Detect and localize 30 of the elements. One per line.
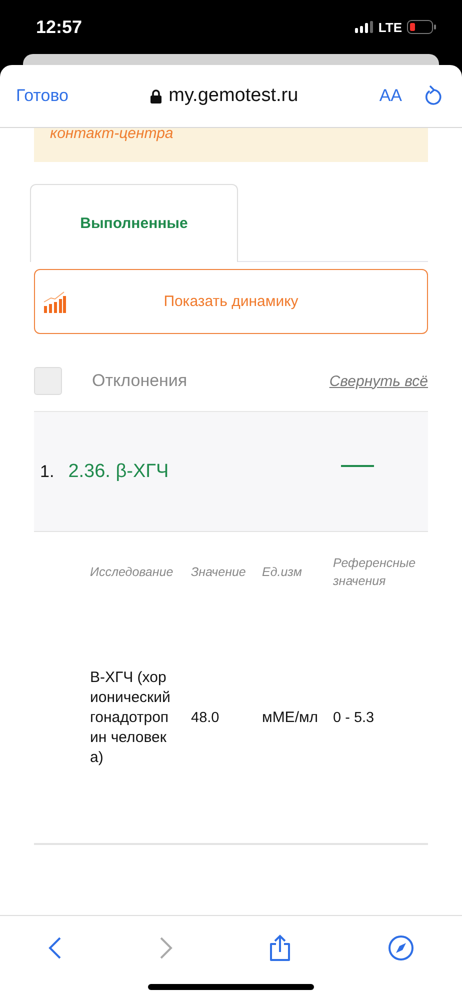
table-cell-text: 48.0: [191, 709, 220, 728]
signal-icon: [355, 21, 374, 33]
lock-icon: [150, 88, 162, 104]
column-header: Ед.изм: [262, 564, 303, 581]
section-number: 1.: [40, 462, 54, 482]
status-time: 12:57: [36, 16, 82, 38]
table-cell-text: В-ХГЧ (хорионический гонадотропин человека): [90, 668, 172, 768]
url-text[interactable]: my.gemotest.ru: [168, 85, 298, 107]
column-header: Значение: [191, 564, 247, 581]
compass-button[interactable]: [388, 935, 414, 961]
reload-icon[interactable]: [424, 85, 442, 107]
network-label: LTE: [378, 20, 402, 34]
checkbox[interactable]: [34, 367, 62, 395]
done-button[interactable]: Готово: [16, 86, 68, 106]
tab[interactable]: Выполненные: [30, 184, 238, 262]
share-button[interactable]: [269, 934, 292, 962]
column-header: Референсные значения: [333, 555, 417, 590]
show-dynamics-button[interactable]: Показать динамику: [34, 269, 428, 334]
section-header[interactable]: 1. 2.36. β-ХГЧ: [34, 412, 428, 532]
battery-icon: [407, 20, 436, 34]
deviations-label: Отклонения: [92, 371, 188, 391]
section-title: 2.36. β-ХГЧ: [68, 460, 170, 482]
text-size-button[interactable]: AA: [379, 86, 402, 106]
collapse-all-link[interactable]: Свернуть всё: [329, 372, 428, 390]
table-cell-text: мМЕ/мл: [262, 708, 320, 728]
back-button[interactable]: [48, 936, 62, 960]
table-cell-text: 0 - 5.3: [333, 709, 376, 728]
column-header: Исследование: [90, 564, 174, 581]
bar-chart-icon: [43, 290, 67, 314]
notice-text: контакт-центра: [50, 125, 174, 142]
